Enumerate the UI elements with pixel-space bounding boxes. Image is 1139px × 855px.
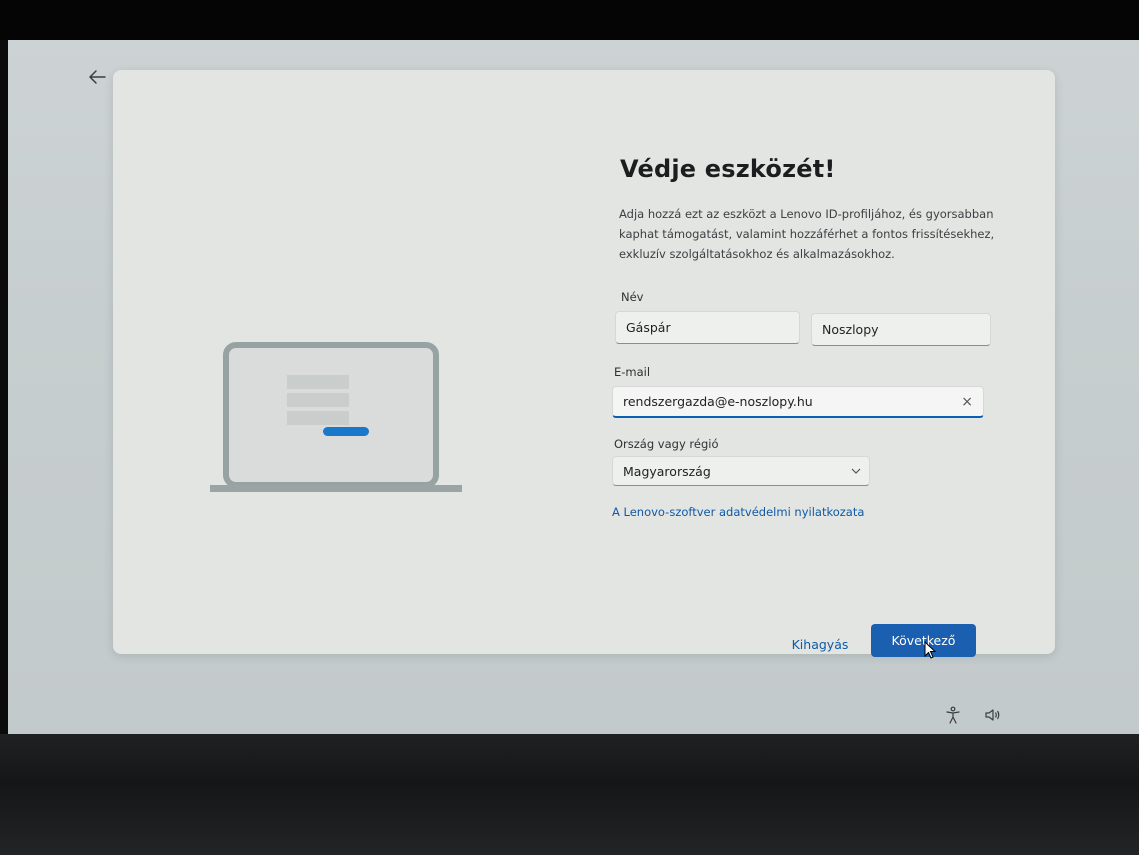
chevron-down-icon	[851, 468, 861, 474]
close-icon[interactable]: ×	[961, 394, 973, 410]
email-label: E-mail	[614, 365, 651, 379]
back-arrow-icon[interactable]	[86, 66, 112, 90]
first-name-field[interactable]: Gáspár	[615, 311, 800, 344]
email-field[interactable]: rendszergazda@e-noszlopy.hu ×	[612, 386, 984, 418]
mouse-cursor-icon	[924, 641, 936, 659]
last-name-value: Noszlopy	[822, 322, 879, 337]
volume-icon[interactable]	[984, 706, 1002, 724]
privacy-statement-link[interactable]: A Lenovo-szoftver adatvédelmi nyilatkoza…	[612, 505, 864, 519]
country-value: Magyarország	[623, 463, 711, 479]
skip-button[interactable]: Kihagyás	[780, 630, 860, 658]
country-label: Ország vagy régió	[614, 437, 719, 451]
last-name-field[interactable]: Noszlopy	[811, 313, 991, 346]
country-select[interactable]: Magyarország	[612, 456, 870, 486]
email-value: rendszergazda@e-noszlopy.hu	[623, 394, 813, 409]
accessibility-icon[interactable]	[944, 706, 962, 724]
first-name-value: Gáspár	[626, 320, 671, 335]
monitor-bezel-top	[0, 0, 1139, 40]
laptop-illustration	[210, 341, 465, 496]
monitor-bezel-bottom	[0, 734, 1139, 855]
page-title: Védje eszközét!	[620, 155, 836, 183]
name-label: Név	[621, 290, 644, 304]
description-text: Adja hozzá ezt az eszközt a Lenovo ID-pr…	[619, 207, 995, 261]
